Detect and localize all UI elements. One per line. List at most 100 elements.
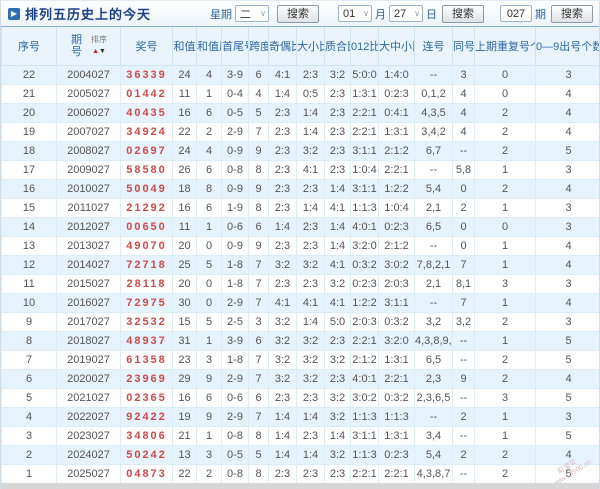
- cell-serial: 14: [1, 216, 57, 237]
- cell-first-last: 1-8: [221, 349, 249, 370]
- cell-digit-count: 4: [535, 102, 599, 123]
- issue-input[interactable]: [500, 5, 532, 22]
- cell-winning-number: 04873: [120, 463, 173, 484]
- header-012-ratio: 012比: [350, 27, 379, 66]
- cell-digit-count: 3: [535, 406, 599, 427]
- cell-big-mid-small-ratio: 2:0:3: [378, 273, 415, 294]
- cell-winning-number: 61358: [120, 349, 173, 370]
- cell-odd-even-ratio: 2:3: [268, 235, 297, 256]
- cell-prev-repeat-count: 2: [474, 140, 536, 161]
- cell-serial: 18: [1, 140, 57, 161]
- cell-sum: 29: [172, 368, 197, 389]
- cell-prime-composite-ratio: 5:0: [324, 311, 351, 332]
- cell-serial: 2: [1, 444, 57, 465]
- cell-span: 7: [248, 254, 269, 275]
- table-row: 17 2009027 58580 26 6 0-8 8 2:3 4:1 2:3 …: [1, 159, 599, 180]
- table-body: 22 2004027 36339 24 4 3-9 6 4:1 2:3 3:2 …: [1, 64, 599, 484]
- cell-first-last: 3-9: [221, 64, 249, 85]
- cell-digit-count: 3: [535, 197, 599, 218]
- day-label: 日: [426, 8, 437, 21]
- cell-big-mid-small-ratio: 0:2:3: [378, 216, 415, 237]
- cell-winning-number: 49070: [120, 235, 173, 256]
- cell-winning-number: 50242: [120, 444, 173, 465]
- cell-consecutive: 6,5: [414, 216, 453, 237]
- cell-first-last: 0-4: [221, 83, 249, 104]
- cell-span: 7: [248, 121, 269, 142]
- cell-winning-number: 72975: [120, 292, 173, 313]
- cell-odd-even-ratio: 2:3: [268, 140, 297, 161]
- cell-prev-repeat-count: 2: [474, 102, 536, 123]
- cell-sum: 30: [172, 292, 197, 313]
- cell-winning-number: 32532: [120, 311, 173, 332]
- cell-first-last: 2-9: [221, 121, 249, 142]
- table-row: 20 2006027 40435 16 6 0-5 5 2:3 1:4 2:3 …: [1, 102, 599, 123]
- week-select[interactable]: 二 ∨: [235, 5, 269, 22]
- cell-digit-count: 4: [535, 121, 599, 142]
- cell-big-mid-small-ratio: 3:2:0: [378, 330, 415, 351]
- table-row: 21 2005027 01442 11 1 0-4 4 1:4 0:5 2:3 …: [1, 83, 599, 104]
- cell-odd-even-ratio: 3:2: [268, 330, 297, 351]
- cell-sum: 24: [172, 140, 197, 161]
- cell-serial: 19: [1, 121, 57, 142]
- header-serial: 序号: [1, 27, 57, 66]
- cell-sum: 22: [172, 121, 197, 142]
- cell-consecutive: 4,3,8,9,7: [414, 330, 453, 351]
- cell-prime-composite-ratio: 2:3: [324, 121, 351, 142]
- cell-issue: 2024027: [56, 444, 121, 465]
- table-row: 11 2015027 28118 20 0 1-8 7 2:3 2:3 3:2 …: [1, 273, 599, 294]
- cell-digit-count: 4: [535, 444, 599, 465]
- cell-sum-tail: 8: [196, 178, 222, 199]
- cell-issue: 2025027: [56, 463, 121, 484]
- chevron-down-icon: ∨: [363, 9, 369, 18]
- cell-serial: 22: [1, 64, 57, 85]
- cell-big-mid-small-ratio: 1:1:3: [378, 406, 415, 427]
- table-row: 13 2013027 49070 20 0 0-9 9 2:3 2:3 1:4 …: [1, 235, 599, 256]
- cell-big-small-ratio: 1:4: [296, 102, 325, 123]
- day-select[interactable]: 27 ∨: [389, 5, 423, 22]
- cell-012-ratio: 0:3:2: [350, 254, 379, 275]
- sort-desc-icon[interactable]: ▼: [99, 48, 106, 55]
- cell-prime-composite-ratio: 4:1: [324, 292, 351, 313]
- title-area: ▶ 排列五历史上的今天: [8, 4, 151, 23]
- cell-consecutive: 3,4: [414, 425, 453, 446]
- date-search-button[interactable]: 搜索: [442, 4, 484, 23]
- table-row: 2 2024027 50242 13 3 0-5 5 1:4 1:4 3:2 1…: [1, 444, 599, 465]
- month-select[interactable]: 01 ∨: [338, 5, 372, 22]
- cell-first-last: 0-8: [221, 159, 249, 180]
- cell-sum: 16: [172, 102, 197, 123]
- cell-digit-count: 3: [535, 216, 599, 237]
- cell-012-ratio: 3:2:0: [350, 235, 379, 256]
- cell-big-mid-small-ratio: 0:3:2: [378, 311, 415, 332]
- cell-serial: 11: [1, 273, 57, 294]
- cell-sum-tail: 9: [196, 406, 222, 427]
- cell-serial: 12: [1, 254, 57, 275]
- cell-sum-tail: 4: [196, 64, 222, 85]
- cell-prev-repeat-count: 2: [474, 463, 536, 484]
- cell-serial: 13: [1, 235, 57, 256]
- cell-prev-repeat-count: 1: [474, 406, 536, 427]
- cell-012-ratio: 2:2:1: [350, 463, 379, 484]
- cell-prime-composite-ratio: 4:1: [324, 197, 351, 218]
- cell-serial: 3: [1, 425, 57, 446]
- cell-winning-number: 36339: [120, 64, 173, 85]
- cell-big-mid-small-ratio: 3:1:1: [378, 292, 415, 313]
- cell-big-mid-small-ratio: 1:4:0: [378, 64, 415, 85]
- table-row: 6 2020027 23969 29 9 2-9 7 3:2 3:2 2:3 4…: [1, 368, 599, 389]
- cell-digit-count: 4: [535, 368, 599, 389]
- cell-serial: 4: [1, 406, 57, 427]
- header-sum: 和值: [172, 27, 197, 66]
- week-search-button[interactable]: 搜索: [277, 4, 319, 23]
- cell-span: 9: [248, 178, 269, 199]
- table-row: 5 2021027 02365 16 6 0-6 6 2:3 2:3 3:2 3…: [1, 387, 599, 408]
- sort-control[interactable]: 排序 ▲▼: [91, 35, 107, 56]
- issue-search-button[interactable]: 搜索: [551, 4, 593, 23]
- cell-digit-count: 5: [535, 425, 599, 446]
- cell-winning-number: 48937: [120, 330, 173, 351]
- table-row: 1 2025027 04873 22 2 0-8 8 2:3 2:3 2:3 2…: [1, 463, 599, 484]
- header-sum-tail: 和值尾: [196, 27, 222, 66]
- sort-asc-icon[interactable]: ▲: [92, 48, 99, 55]
- cell-issue: 2006027: [56, 102, 121, 123]
- cell-012-ratio: 3:1:1: [350, 425, 379, 446]
- history-table: 序号 期号 排序 ▲▼ 奖号 和值 和值尾 首尾号 跨度 奇偶比 大小比: [1, 27, 599, 484]
- cell-big-mid-small-ratio: 2:2:1: [378, 159, 415, 180]
